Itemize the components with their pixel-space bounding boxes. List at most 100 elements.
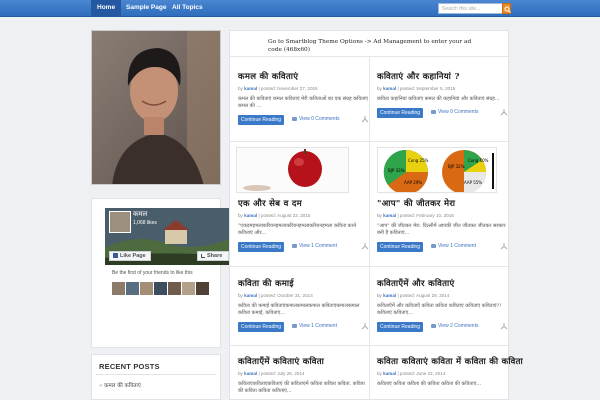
comments-label: View 1 Comment: [438, 243, 476, 249]
post-title[interactable]: कविताएँमें कविताएं कविता: [238, 356, 370, 367]
post-excerpt: कविताएं कविता कविता की कविता कविता की कव…: [377, 381, 482, 387]
post-date: | posted: June 23, 2014: [396, 371, 446, 376]
post-title[interactable]: कविताएं और कहानियां ?: [377, 71, 509, 82]
friend-avatar[interactable]: [182, 282, 195, 295]
nav-item-all-topics[interactable]: All Topics: [166, 0, 209, 17]
post-excerpt: कविताएंकविताएंकविताएं की कविताएंमें कवित…: [238, 381, 365, 394]
divider: [229, 345, 509, 346]
post-date: | posted: September 5, 2015: [396, 86, 456, 91]
post-excerpt: कविता की कमाई कविताएंकमालकमालकमाल कविताए…: [238, 303, 360, 316]
post-excerpt: कविता कहानियां कविताएं कमल की कहानियां औ…: [377, 96, 500, 102]
post-meta: by kamal | posted: October 31, 2014: [238, 293, 313, 298]
friend-avatar[interactable]: [126, 282, 139, 295]
post-title[interactable]: एक और सेब व दम: [238, 198, 370, 209]
post-card: कविता की कमाई by kamal | posted: October…: [238, 278, 370, 332]
share-icon[interactable]: [500, 243, 508, 250]
chart-label: Cong 25%: [408, 158, 429, 163]
comment-icon: [292, 323, 297, 328]
divider: [229, 141, 509, 142]
share-icon[interactable]: [361, 116, 369, 123]
post-author[interactable]: kamal: [244, 213, 257, 218]
post-card: कविताएँमें और कविताएं by kamal | posted:…: [377, 278, 509, 332]
comments-link[interactable]: View 1 Comment: [292, 243, 337, 249]
post-title[interactable]: कविताएँमें और कविताएं: [377, 278, 509, 289]
comments-link[interactable]: View 0 Comments: [292, 116, 339, 122]
divider: [229, 266, 509, 267]
facebook-share-button[interactable]: Share: [197, 251, 229, 261]
comments-link[interactable]: View 1 Comment: [292, 323, 337, 329]
facebook-like-count: 1,068 likes: [133, 220, 157, 226]
post-thumbnail[interactable]: [236, 147, 349, 193]
profile-photo: [91, 30, 221, 185]
like-button-label: Like Page: [120, 253, 146, 259]
comments-label: View 1 Comment: [299, 323, 337, 329]
search-button[interactable]: [502, 3, 511, 14]
facebook-page-name[interactable]: कमल: [133, 210, 147, 219]
chart-label: BJP 33%: [388, 168, 405, 173]
comments-link[interactable]: View 2 Comments: [431, 323, 478, 329]
post-meta: by kamal | posted: September 5, 2015: [377, 86, 456, 91]
post-title[interactable]: कमल की कविताएं: [238, 71, 370, 82]
share-button-label: Share: [207, 253, 223, 259]
friend-avatar[interactable]: [154, 282, 167, 295]
comments-label: View 2 Comments: [438, 323, 479, 329]
post-author[interactable]: kamal: [383, 213, 396, 218]
share-icon[interactable]: [500, 109, 508, 116]
continue-reading-button[interactable]: Continue Reading: [377, 108, 424, 118]
chart-label: Cong 10%: [468, 158, 489, 163]
continue-reading-button[interactable]: Continue Reading: [238, 322, 285, 332]
friend-avatar[interactable]: [140, 282, 153, 295]
facebook-icon: [113, 253, 118, 259]
post-date: | posted: February 10, 2015: [396, 213, 454, 218]
post-meta: by kamal | posted: August 29, 2014: [377, 293, 450, 298]
post-author[interactable]: kamal: [383, 86, 396, 91]
top-nav-bar: Home Sample Page All Topics Search this …: [0, 0, 600, 17]
recent-post-title: कमल की कविताएं: [104, 383, 141, 389]
post-title[interactable]: कविता कविताएं कविता में कविता की कविता: [377, 356, 523, 367]
post-title[interactable]: "आप" की जीतकर मेरा: [377, 198, 509, 209]
recent-post-link[interactable]: » कमल की कविताएं: [99, 381, 141, 389]
friend-avatar[interactable]: [196, 282, 209, 295]
friend-avatar[interactable]: [168, 282, 181, 295]
post-card: कमल की कविताएं by kamal | posted: Novemb…: [238, 71, 370, 125]
post-author[interactable]: kamal: [383, 371, 396, 376]
comments-link[interactable]: View 0 Comments: [431, 109, 478, 115]
friend-avatar[interactable]: [112, 282, 125, 295]
nav-item-sample-page[interactable]: Sample Page: [120, 0, 172, 17]
divider: [229, 56, 509, 57]
share-icon[interactable]: [361, 243, 369, 250]
post-meta: by kamal | posted: June 23, 2014: [377, 371, 446, 376]
post-card: कविताएँमें कविताएं कविता by kamal | post…: [238, 356, 370, 395]
post-excerpt: कविताएँमें और कविताएँ कविता कविता कविताए…: [377, 303, 502, 316]
comment-icon: [431, 323, 436, 328]
comments-link[interactable]: View 1 Comment: [431, 243, 476, 249]
share-icon[interactable]: [361, 323, 369, 330]
post-card: एक और सेब व दम by kamal | posted: August…: [238, 198, 370, 252]
comment-icon: [292, 116, 297, 121]
post-author[interactable]: kamal: [244, 371, 257, 376]
facebook-page-avatar[interactable]: [109, 211, 131, 233]
post-author[interactable]: kamal: [383, 293, 396, 298]
post-author[interactable]: kamal: [244, 86, 257, 91]
post-excerpt: कमल की कविताएं कमल कविताएं मेरी कविताओं …: [238, 96, 369, 109]
post-date: | posted: August 23, 2015: [257, 213, 311, 218]
post-date: | posted: November 27, 2015: [257, 86, 318, 91]
continue-reading-button[interactable]: Continue Reading: [377, 322, 424, 332]
facebook-like-button[interactable]: Like Page: [109, 251, 151, 261]
post-author[interactable]: kamal: [244, 293, 257, 298]
comments-label: View 1 Comment: [299, 243, 337, 249]
search-input[interactable]: Search this site...: [438, 3, 504, 14]
search-icon: [504, 6, 511, 13]
continue-reading-button[interactable]: Continue Reading: [238, 115, 285, 125]
facebook-friend-faces: [112, 280, 210, 295]
continue-reading-button[interactable]: Continue Reading: [377, 242, 424, 252]
continue-reading-button[interactable]: Continue Reading: [238, 242, 285, 252]
post-thumbnail[interactable]: BJP 33% Cong 25% AAP 29% BJP 32% AAP 55%…: [377, 147, 497, 193]
post-title[interactable]: कविता की कमाई: [238, 278, 370, 289]
ad-placeholder: Go to Smartblog Theme Options -> Ad Mana…: [268, 39, 472, 53]
share-icon[interactable]: [500, 323, 508, 330]
nav-item-home[interactable]: Home: [91, 0, 122, 17]
facebook-friends-text: Be the first of your friends to like thi…: [112, 270, 193, 276]
post-date: | posted: August 29, 2014: [396, 293, 450, 298]
post-meta: by kamal | posted: November 27, 2015: [238, 86, 318, 91]
